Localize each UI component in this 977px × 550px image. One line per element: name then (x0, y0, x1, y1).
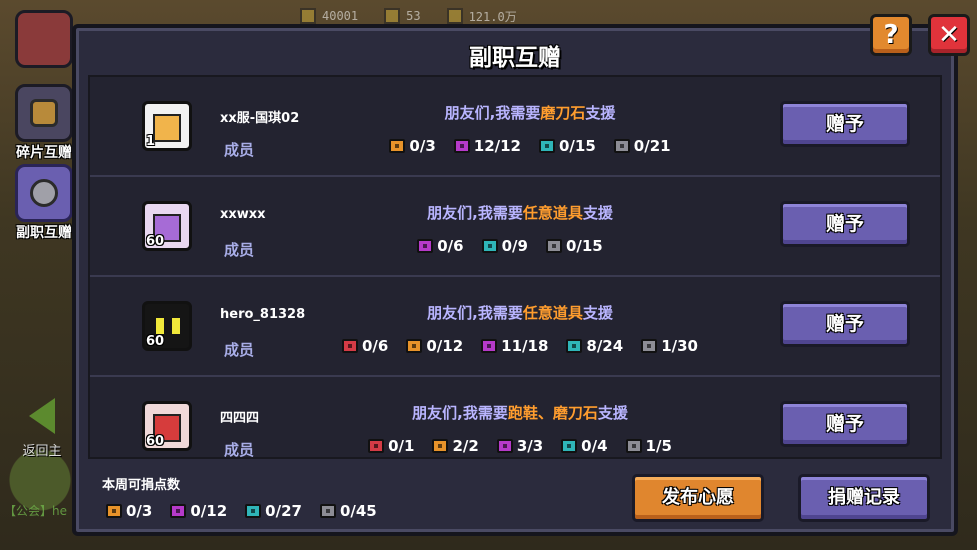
player-name: xx服-国琪02 (220, 111, 300, 126)
teal-chest-icon (481, 239, 498, 253)
request-text: 朋友们,我需要任意道具支援 (427, 204, 613, 222)
orange-chest-icon (106, 504, 122, 518)
side-tab-top[interactable] (10, 10, 78, 68)
help-button[interactable]: ? (870, 14, 912, 56)
player-role: 成员 (224, 341, 255, 359)
avatar: 1 (142, 101, 192, 151)
player-role: 成员 (224, 141, 255, 159)
dialog-title: 副职互赠 (469, 45, 561, 71)
gear-stone-icon (15, 164, 73, 222)
purple-chest-icon (481, 339, 498, 353)
subjob-gift-dialog: 副职互赠 1 xx服-国琪02 成员 朋友们,我需要磨刀石支援 0/3 12/1… (72, 24, 958, 536)
donation-counts: 0/1 2/2 3/3 0/4 1/5 (270, 437, 770, 455)
gray-chest-icon (613, 139, 630, 153)
orange-chest-icon (406, 339, 423, 353)
back-arrow-icon (29, 398, 55, 434)
list-item: 1 xx服-国琪02 成员 朋友们,我需要磨刀石支援 0/3 12/12 0/1… (90, 77, 940, 177)
gray-chest-icon (641, 339, 658, 353)
red-chest-icon (368, 439, 385, 453)
purple-chest-icon (417, 239, 434, 253)
player-role: 成员 (224, 441, 255, 459)
weekly-label: 本周可捐点数 (102, 478, 181, 493)
give-button[interactable]: 赠予 (780, 401, 910, 447)
request-text: 朋友们,我需要磨刀石支援 (444, 104, 616, 122)
gray-chest-icon (545, 239, 562, 253)
player-role: 成员 (224, 241, 255, 259)
purple-chest-icon (170, 504, 187, 518)
request-text: 朋友们,我需要跑鞋、磨刀石支援 (412, 404, 628, 422)
list-item: 60 xxwxx 成员 朋友们,我需要任意道具支援 0/6 0/9 0/15 赠… (90, 177, 940, 277)
gray-chest-icon (625, 439, 642, 453)
purple-chest-icon (453, 139, 470, 153)
request-list[interactable]: 1 xx服-国琪02 成员 朋友们,我需要磨刀石支援 0/3 12/12 0/1… (88, 75, 942, 459)
close-button[interactable]: ✕ (928, 14, 970, 56)
resource-coins: 121.0万 (446, 8, 517, 25)
give-button[interactable]: 赠予 (780, 301, 910, 347)
yellow-eye-icon (172, 318, 180, 334)
coin-icon (446, 8, 463, 24)
helmet-knight-icon (153, 114, 181, 142)
teal-chest-icon (539, 139, 555, 153)
avatar: 60 (142, 401, 192, 451)
teal-chest-icon (566, 339, 583, 353)
player-name: xxwxx (220, 207, 266, 222)
red-chest-icon (342, 339, 358, 353)
request-text: 朋友们,我需要任意道具支援 (427, 304, 613, 322)
key-icon (384, 8, 401, 24)
avatar: 60 (142, 301, 192, 351)
list-item: 60 四四四 成员 朋友们,我需要跑鞋、磨刀石支援 0/1 2/2 3/3 0/… (90, 377, 940, 459)
purple-chest-icon (496, 439, 513, 453)
resource-gems: 40001 (300, 8, 358, 24)
tab-subjob-gift[interactable]: 副职互赠 (10, 164, 78, 242)
player-name: hero_81328 (220, 307, 306, 322)
guild-chat-preview[interactable]: 【公会】he (4, 502, 67, 519)
orange-chest-icon (389, 139, 406, 153)
weekly-counts: 0/3 0/12 0/27 0/45 (106, 502, 377, 520)
back-button[interactable]: 返回主 (14, 398, 70, 459)
donation-counts: 0/6 0/12 11/18 8/24 1/30 (270, 337, 770, 355)
orange-chest-icon (432, 439, 449, 453)
give-button[interactable]: 赠予 (780, 101, 910, 147)
shield-icon (15, 84, 73, 142)
character-icon (15, 10, 73, 68)
gem-icon (300, 8, 316, 24)
resource-keys: 53 (384, 8, 421, 24)
player-name: 四四四 (220, 411, 260, 426)
donation-counts: 0/3 12/12 0/15 0/21 (330, 137, 730, 155)
yellow-eye-icon (156, 318, 164, 334)
list-item: 60 hero_81328 成员 朋友们,我需要任意道具支援 0/6 0/12 … (90, 277, 940, 377)
publish-wish-button[interactable]: 发布心愿 (632, 474, 764, 522)
gray-chest-icon (319, 504, 336, 518)
donation-record-button[interactable]: 捐赠记录 (798, 474, 930, 522)
avatar: 60 (142, 201, 192, 251)
teal-chest-icon (561, 439, 578, 453)
tab-fragment-gift[interactable]: 碎片互赠 (10, 84, 78, 162)
teal-chest-icon (245, 504, 262, 518)
donation-counts: 0/6 0/9 0/15 (330, 237, 690, 255)
give-button[interactable]: 赠予 (780, 201, 910, 247)
